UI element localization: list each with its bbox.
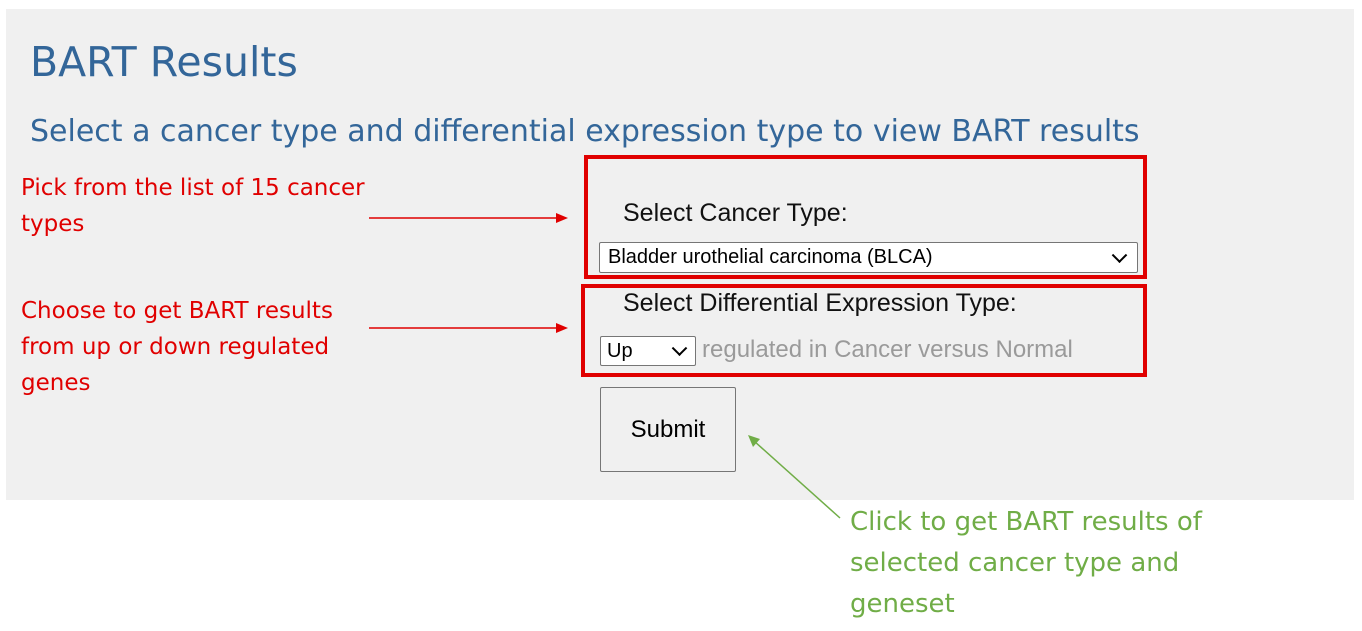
de-type-label: Select Differential Expression Type: (623, 289, 1017, 317)
screenshot-stage: BART Results Select a cancer type and di… (0, 0, 1362, 631)
cancer-type-selected-value: Bladder urothelial carcinoma (BLCA) (608, 246, 933, 268)
de-type-select[interactable]: Up (600, 336, 696, 366)
de-type-suffix-text: regulated in Cancer versus Normal (702, 336, 1073, 363)
page-title: BART Results (30, 38, 298, 86)
submit-button[interactable]: Submit (600, 387, 736, 472)
chevron-down-icon (671, 340, 688, 357)
cancer-type-label: Select Cancer Type: (623, 199, 848, 227)
submit-annotation: Click to get BART results of selected ca… (850, 507, 1202, 619)
chevron-down-icon (1111, 246, 1128, 263)
de-type-selected-value: Up (607, 340, 633, 362)
de-type-annotation: Choose to get BART results from up or do… (21, 298, 333, 396)
cancer-type-annotation: Pick from the list of 15 cancer types (21, 175, 365, 237)
page-subtitle: Select a cancer type and differential ex… (30, 114, 1140, 149)
cancer-type-select[interactable]: Bladder urothelial carcinoma (BLCA) (599, 242, 1138, 273)
